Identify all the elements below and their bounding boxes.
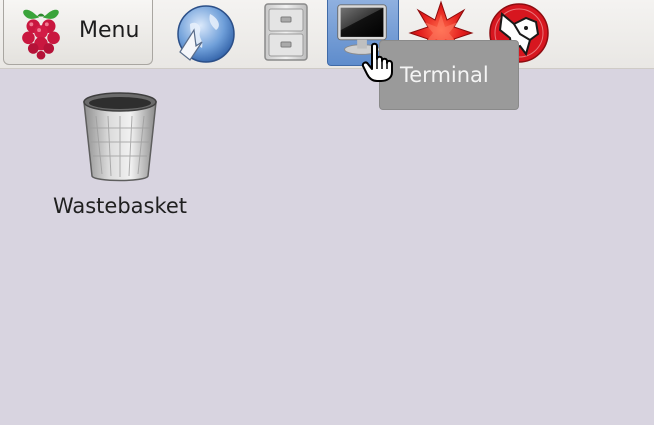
tooltip: Terminal [379,40,519,110]
taskbar: Menu [0,0,654,69]
raspberry-pi-icon [22,9,60,60]
menu-button[interactable]: Menu [3,0,153,65]
file-manager-launcher[interactable] [253,0,319,66]
filing-cabinet-icon [264,3,308,61]
web-browser-launcher[interactable] [172,0,238,66]
wastebasket-desktop-icon[interactable]: Wastebasket [40,88,200,228]
globe-browser-icon [177,5,235,63]
menu-label: Menu [79,18,140,43]
wastebasket-icon [83,92,157,182]
hand-pointer-cursor-icon [361,42,393,82]
tooltip-text: Terminal [400,63,489,87]
wastebasket-label: Wastebasket [52,194,188,218]
desktop: Menu Wastebasket Terminal [0,0,654,425]
